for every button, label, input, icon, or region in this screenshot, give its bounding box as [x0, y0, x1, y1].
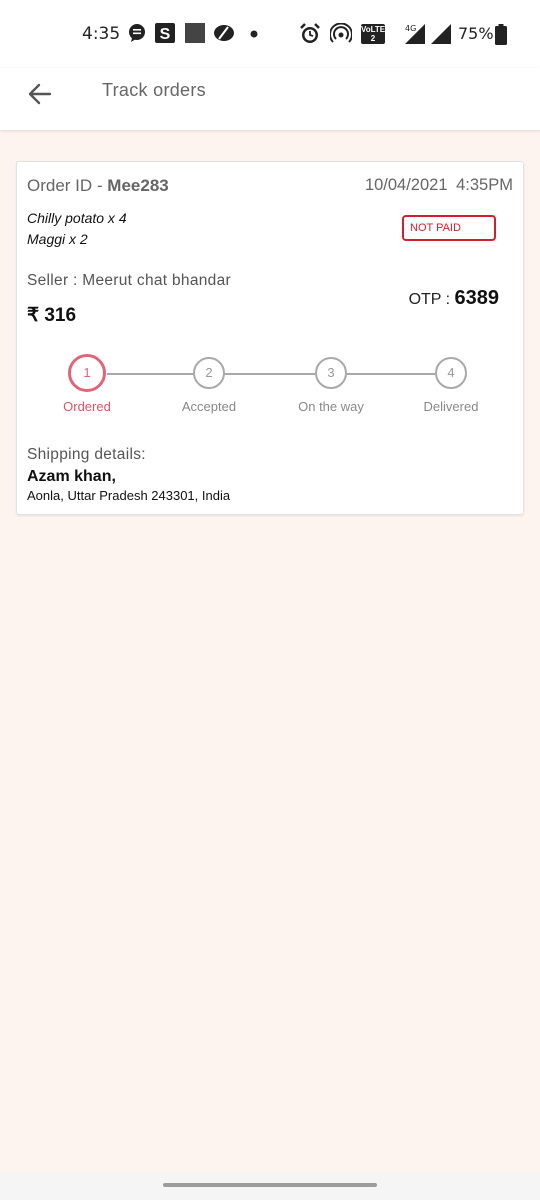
order-items: Chilly potato x 4 Maggi x 2: [27, 208, 127, 250]
order-id-label: Order ID -: [27, 176, 108, 195]
volte-icon: VoLTE 2: [361, 24, 385, 44]
home-gesture-handle[interactable]: [163, 1183, 377, 1187]
signal-4g-icon: 4G: [405, 24, 425, 44]
step-2-label: Accepted: [181, 399, 237, 414]
app-bar: Track orders: [0, 68, 540, 130]
hotspot-icon: [330, 23, 352, 43]
otp-value: 6389: [454, 287, 500, 309]
seller-name: Seller : Meerut chat bhandar: [27, 272, 231, 289]
order-card[interactable]: Order ID - Mee283 10/04/2021 4:35PM Chil…: [16, 161, 524, 515]
otp-label: OTP :: [408, 291, 455, 308]
shipping-name: Azam khan,: [27, 468, 116, 485]
svg-text:S: S: [160, 26, 171, 43]
step-connector: [347, 373, 435, 375]
step-connector: [225, 373, 315, 375]
arrow-left-icon: [28, 83, 52, 105]
otp: OTP : 6389: [409, 287, 499, 310]
status-bar: 4:35 S VoLTE 2 4G 75%: [0, 0, 540, 68]
system-nav-bar: [0, 1172, 540, 1200]
page-title: Track orders: [102, 80, 206, 100]
payment-status-badge: NOT PAID: [402, 215, 496, 241]
alarm-icon: [300, 23, 320, 43]
order-price: ₹ 316: [27, 305, 77, 326]
volte-label: VoLTE 2: [361, 25, 386, 43]
order-id: Order ID - Mee283: [27, 176, 169, 196]
chat-icon: [129, 24, 145, 42]
status-time: 4:35: [82, 24, 121, 44]
leaf-app-icon: [214, 25, 234, 41]
s-app-icon: S: [155, 23, 175, 43]
order-id-value: Mee283: [107, 176, 169, 195]
step-1-circle: 1: [68, 354, 106, 392]
battery-percent: 75%: [458, 24, 494, 43]
signal-icon: [431, 24, 451, 44]
order-date: 10/04/2021: [364, 176, 448, 194]
shipping-heading: Shipping details:: [27, 446, 146, 463]
network-type-label: 4G: [405, 24, 416, 33]
step-connector: [107, 373, 193, 375]
shipping-address: Aonla, Uttar Pradesh 243301, India: [27, 488, 231, 503]
list-item: Maggi x 2: [27, 231, 88, 247]
battery-icon: [495, 24, 507, 45]
step-2-circle: 2: [193, 357, 225, 389]
list-item: Chilly potato x 4: [27, 210, 127, 226]
step-3-circle: 3: [315, 357, 347, 389]
step-4-label: Delivered: [423, 399, 479, 414]
dot-icon: [250, 30, 258, 38]
square-app-icon: [185, 23, 205, 43]
order-time: 4:35PM: [456, 176, 513, 194]
step-3-label: On the way: [298, 399, 364, 414]
back-button[interactable]: [22, 76, 58, 112]
order-datetime: 10/04/2021 4:35PM: [365, 176, 513, 195]
step-4-circle: 4: [435, 357, 467, 389]
step-1-label: Ordered: [63, 399, 111, 414]
